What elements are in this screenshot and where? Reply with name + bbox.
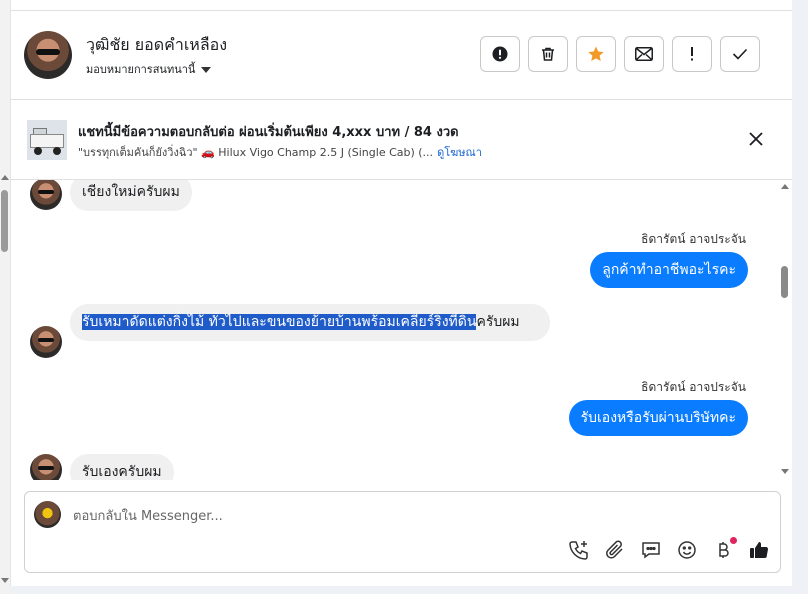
- ad-title: แชทนี้มีข้อความตอบกลับต่อ ผ่อนเริ่มต้นเพ…: [78, 125, 459, 140]
- message-text: ครับผม: [476, 314, 520, 330]
- chat-bubble-icon: [642, 542, 660, 559]
- conversation-header: วุฒิชัย ยอดคำเหลือง มอบหมายการสนทนานี้: [11, 11, 793, 100]
- phone-plus-icon: [569, 541, 588, 560]
- close-icon[interactable]: [747, 130, 765, 148]
- mark-done-button[interactable]: [720, 36, 760, 72]
- contact-name[interactable]: วุฒิชัย ยอดคำเหลือง: [86, 33, 227, 58]
- emoji-button[interactable]: [675, 538, 699, 562]
- message-bubble-outgoing[interactable]: ลูกค้าทำอาชีพอะไรคะ: [590, 252, 748, 288]
- header-actions: [480, 36, 760, 72]
- thumbs-up-icon: [750, 542, 769, 558]
- mail-icon: [635, 47, 653, 61]
- page-edge: [792, 0, 808, 594]
- reply-input[interactable]: [73, 507, 673, 525]
- reply-composer: [24, 491, 781, 573]
- sender-name: ธิดารัตน์ อาจประจัน: [641, 232, 746, 246]
- sender-name: ธิดารัตน์ อาจประจัน: [641, 380, 746, 394]
- payment-button[interactable]: [711, 537, 737, 562]
- exclamation-icon: [691, 47, 693, 61]
- conversation-panel: วุฒิชัย ยอดคำเหลือง มอบหมายการสนทนานี้ แ…: [10, 0, 793, 586]
- message-text: ลูกค้าทำอาชีพอะไรคะ: [602, 262, 736, 278]
- star-button[interactable]: [576, 36, 616, 72]
- view-ad-link[interactable]: ดูโฆษณา: [437, 143, 482, 161]
- delete-button[interactable]: [528, 36, 568, 72]
- paperclip-icon: [606, 540, 623, 559]
- call-button[interactable]: [567, 538, 591, 562]
- check-icon: [732, 48, 748, 60]
- message-scrollbar[interactable]: [779, 180, 791, 480]
- scroll-up-arrow[interactable]: [781, 184, 789, 189]
- page-avatar: [34, 501, 61, 528]
- assign-conversation-dropdown[interactable]: มอบหมายการสนทนานี้: [86, 60, 212, 78]
- message-text: รับเองหรือรับผ่านบริษัทคะ: [580, 410, 736, 426]
- mark-spam-button[interactable]: [480, 36, 520, 72]
- contact-avatar[interactable]: [24, 31, 72, 79]
- message-text: เชียงใหม่ครับผม: [82, 184, 180, 200]
- message-bubble-outgoing[interactable]: รับเองหรือรับผ่านบริษัทคะ: [568, 400, 748, 436]
- ad-subtitle-row: "บรรทุกเต็มคันก็ยังวิ่งฉิว" 🚗 Hilux Vigo…: [78, 143, 482, 161]
- follow-up-button[interactable]: [672, 36, 712, 72]
- ad-reference-banner: แชทนี้มีข้อความตอบกลับต่อ ผ่อนเริ่มต้นเพ…: [11, 100, 793, 180]
- scroll-thumb[interactable]: [1, 190, 8, 252]
- contact-avatar-small[interactable]: [30, 454, 62, 480]
- message-bubble-incoming[interactable]: เชียงใหม่ครับผม: [70, 180, 192, 211]
- composer-toolbar: [567, 537, 771, 562]
- contact-avatar-small[interactable]: [30, 326, 62, 358]
- attach-button[interactable]: [603, 538, 627, 562]
- message-bubble-incoming[interactable]: รับเหมาดัดแต่งกิ่งไม้ ทั่วไปและขนของย้าย…: [70, 304, 550, 341]
- selected-text: รับเหมาดัดแต่งกิ่งไม้ ทั่วไปและขนของย้าย…: [82, 314, 477, 330]
- message-list[interactable]: เชียงใหม่ครับผม ธิดารัตน์ อาจประจัน ลูกค…: [11, 180, 793, 480]
- chevron-down-icon: [201, 66, 212, 73]
- scroll-down-arrow[interactable]: [781, 469, 789, 474]
- alert-circle-icon: [492, 46, 508, 62]
- page-scrollbar[interactable]: [0, 0, 10, 594]
- contact-avatar-small[interactable]: [30, 180, 62, 210]
- mark-unread-button[interactable]: [624, 36, 664, 72]
- scroll-down-arrow[interactable]: [1, 578, 9, 583]
- scroll-up-arrow[interactable]: [1, 175, 9, 180]
- like-button[interactable]: [747, 538, 771, 562]
- message-text: รับเองครับผม: [82, 464, 162, 480]
- ad-subtitle: "บรรทุกเต็มคันก็ยังวิ่งฉิว" 🚗 Hilux Vigo…: [78, 146, 434, 159]
- ad-thumbnail[interactable]: [27, 120, 67, 160]
- assign-label: มอบหมายการสนทนานี้: [86, 63, 196, 76]
- saved-replies-button[interactable]: [639, 538, 663, 562]
- trash-icon: [542, 47, 554, 61]
- notification-dot: [730, 537, 737, 544]
- smiley-icon: [678, 541, 696, 559]
- scroll-thumb[interactable]: [781, 266, 788, 298]
- star-icon: [588, 46, 604, 62]
- message-bubble-incoming[interactable]: รับเองครับผม: [70, 454, 174, 480]
